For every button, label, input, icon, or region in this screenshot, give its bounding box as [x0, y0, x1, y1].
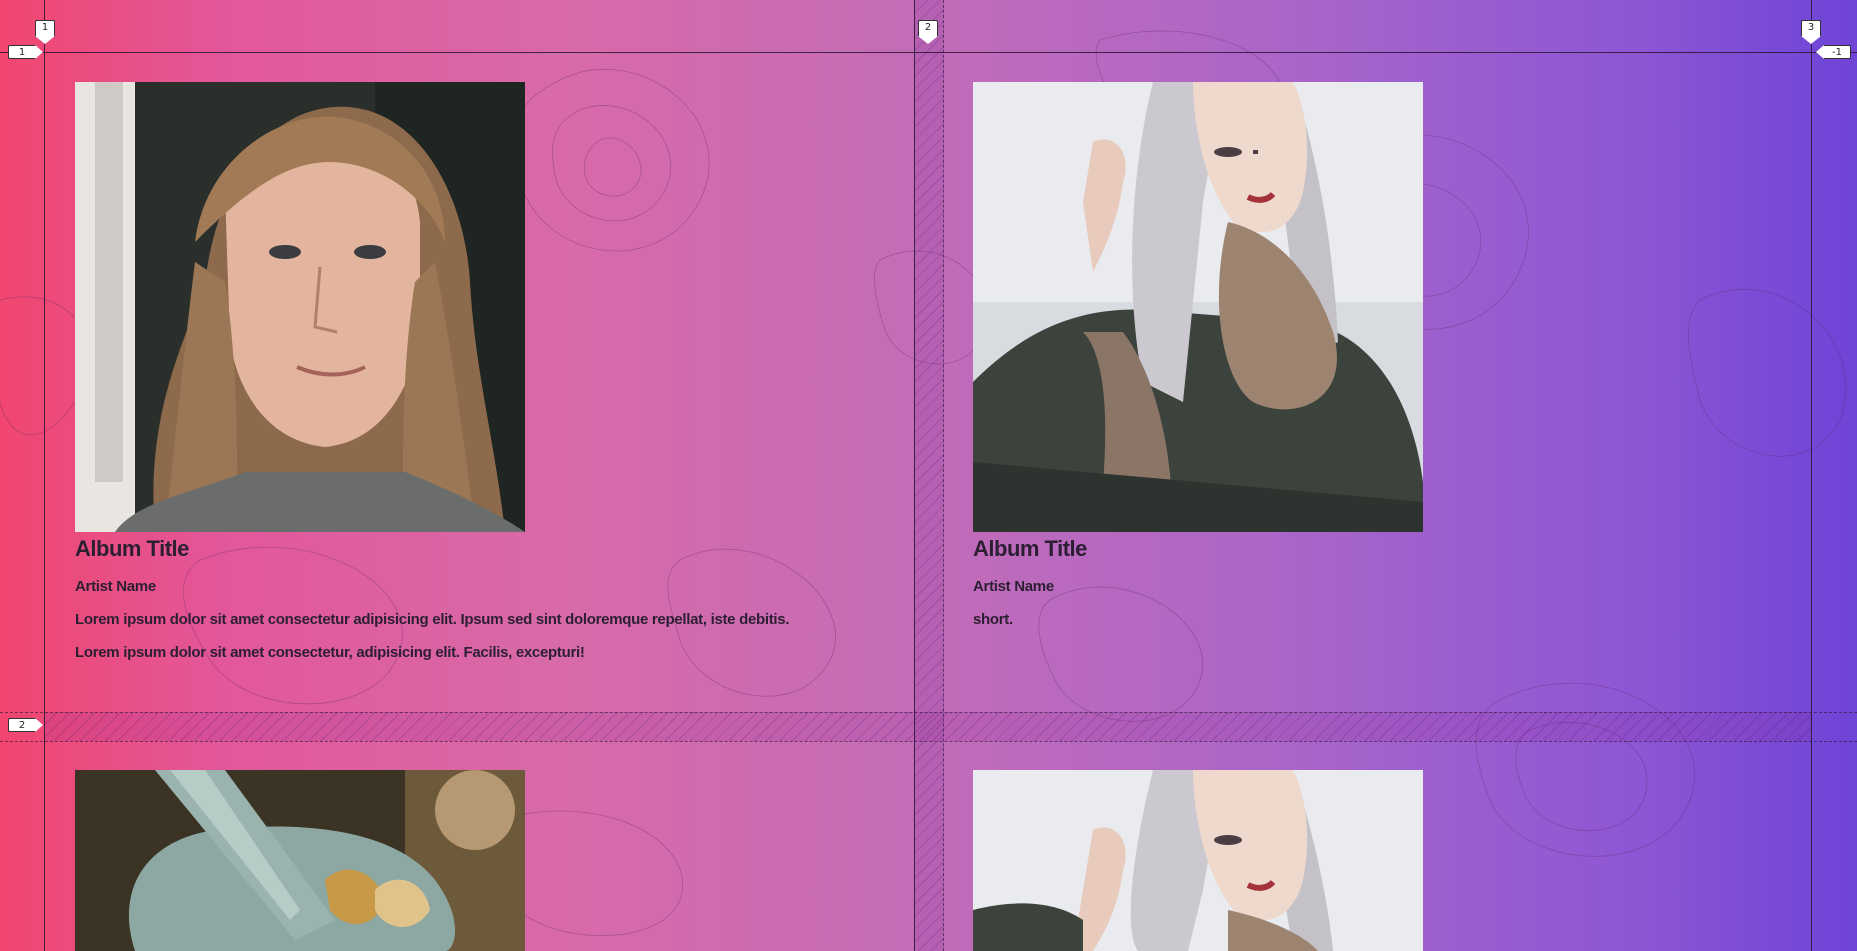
grid-label-row-1: 1 — [8, 45, 43, 59]
album-cover-image — [973, 770, 1423, 951]
grid-label-row-end: -1 — [1816, 45, 1851, 59]
grid-line-col-1 — [44, 0, 45, 951]
grid-label-col-2: 2 — [918, 20, 938, 44]
grid-label-row-2: 2 — [8, 718, 43, 732]
album-title: Album Title — [75, 536, 189, 561]
artist-name: Artist Name — [973, 578, 1054, 595]
album-card: Album Title Artist Name Lorem ipsum dolo… — [75, 82, 915, 661]
album-card: Album Title Artist Name short. — [973, 82, 1813, 628]
album-title: Album Title — [973, 536, 1087, 561]
album-cover-image — [973, 82, 1423, 532]
album-description: Lorem ipsum dolor sit amet consectetur a… — [75, 611, 790, 628]
row-gap — [44, 712, 1812, 741]
artist-name: Artist Name — [75, 578, 156, 595]
grid-label-col-3: 3 — [1801, 20, 1821, 44]
album-description: Lorem ipsum dolor sit amet consectetur, … — [75, 644, 585, 661]
album-description: short. — [973, 611, 1013, 628]
column-gap — [914, 0, 944, 951]
album-card — [973, 770, 1813, 951]
album-cover-image — [75, 82, 525, 532]
album-cover-image — [75, 770, 525, 951]
album-card — [75, 770, 915, 951]
grid-label-col-1: 1 — [35, 20, 55, 44]
